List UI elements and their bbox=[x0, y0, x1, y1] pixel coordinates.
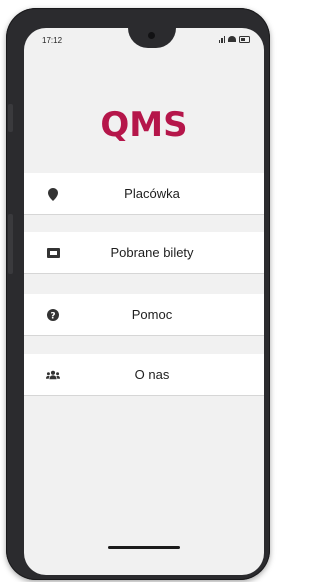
phone-screen: 17:12 QMS Placówka Pobrane bilety ? Pomo… bbox=[24, 28, 264, 575]
menu-item-pomoc[interactable]: ? Pomoc bbox=[24, 294, 264, 336]
wifi-icon bbox=[228, 36, 236, 42]
volume-button bbox=[8, 104, 13, 132]
menu-item-label: O nas bbox=[134, 367, 170, 382]
signal-icon bbox=[218, 35, 225, 43]
menu-item-placowka[interactable]: Placówka bbox=[24, 173, 264, 215]
menu-item-label: Placówka bbox=[124, 186, 180, 201]
app-logo: QMS bbox=[100, 105, 188, 145]
phone-frame: 17:12 QMS Placówka Pobrane bilety ? Pomo… bbox=[6, 8, 270, 580]
power-button bbox=[8, 214, 13, 274]
status-time: 17:12 bbox=[42, 36, 63, 45]
home-indicator[interactable] bbox=[108, 546, 180, 549]
front-camera bbox=[148, 32, 155, 39]
menu-item-o-nas[interactable]: O nas bbox=[24, 354, 264, 396]
menu-item-label: Pobrane bilety bbox=[110, 245, 194, 260]
battery-icon bbox=[239, 35, 250, 43]
status-icons bbox=[218, 35, 250, 43]
menu-item-label: Pomoc bbox=[131, 307, 173, 322]
menu-item-pobrane-bilety[interactable]: Pobrane bilety bbox=[24, 232, 264, 274]
